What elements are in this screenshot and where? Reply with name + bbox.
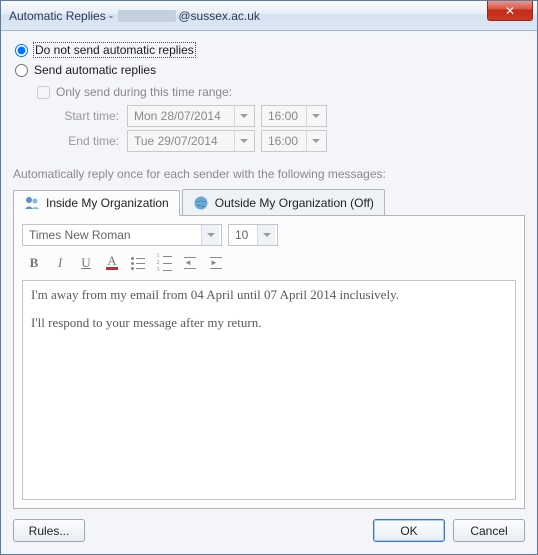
font-size-dropdown[interactable]: 10 <box>228 224 278 246</box>
rules-button-label: Rules... <box>29 524 70 538</box>
globe-icon <box>193 195 209 211</box>
increase-indent-icon: ► <box>210 257 222 269</box>
end-date-value: Tue 29/07/2014 <box>134 134 218 148</box>
dialog-footer: Rules... OK Cancel <box>13 509 525 542</box>
radio-do-not-send-label: Do not send automatic replies <box>34 43 195 57</box>
end-date-dropdown[interactable]: Tue 29/07/2014 <box>127 130 255 152</box>
font-color-button[interactable]: A <box>100 252 124 274</box>
people-icon <box>24 195 40 211</box>
ok-button-label: OK <box>400 524 417 538</box>
cancel-button[interactable]: Cancel <box>453 519 525 542</box>
chevron-down-icon <box>306 131 324 151</box>
font-name-value: Times New Roman <box>29 228 131 242</box>
font-size-value: 10 <box>235 228 248 242</box>
underline-button[interactable]: U <box>74 252 98 274</box>
editor-line: I'm away from my email from 04 April unt… <box>31 287 507 303</box>
redacted-username <box>118 10 176 22</box>
start-hour-dropdown[interactable]: 16:00 <box>261 105 327 127</box>
radio-do-not-send[interactable] <box>15 44 28 57</box>
title-prefix: Automatic Replies - <box>9 9 116 23</box>
tab-panel-inside: Times New Roman 10 B I U A <box>13 215 525 509</box>
format-toolbar: B I U A 1 2 3 <box>22 252 516 274</box>
start-date-dropdown[interactable]: Mon 28/07/2014 <box>127 105 255 127</box>
numbered-list-button[interactable]: 1 2 3 <box>152 252 176 274</box>
tab-outside-label: Outside My Organization (Off) <box>215 196 374 210</box>
italic-button[interactable]: I <box>48 252 72 274</box>
rules-button[interactable]: Rules... <box>13 519 85 542</box>
decrease-indent-icon: ◄ <box>184 257 196 269</box>
editor-line: I'll respond to your message after my re… <box>31 315 507 331</box>
start-time-row: Start time: Mon 28/07/2014 16:00 <box>37 105 525 127</box>
radio-send[interactable] <box>15 64 28 77</box>
tab-bar: Inside My Organization Outside My Organi… <box>13 189 525 215</box>
chevron-down-icon <box>257 225 275 245</box>
checkbox-only-range[interactable] <box>37 86 50 99</box>
bold-icon: B <box>30 255 39 271</box>
tab-outside-organization[interactable]: Outside My Organization (Off) <box>182 189 385 215</box>
bullet-list-icon <box>131 257 145 270</box>
end-hour-value: 16:00 <box>268 134 298 148</box>
title-suffix: @sussex.ac.uk <box>178 9 260 23</box>
chevron-down-icon <box>234 106 252 126</box>
italic-icon: I <box>58 255 62 271</box>
bullet-list-button[interactable] <box>126 252 150 274</box>
end-time-row: End time: Tue 29/07/2014 16:00 <box>37 130 525 152</box>
start-hour-value: 16:00 <box>268 109 298 123</box>
start-time-label: Start time: <box>37 109 127 123</box>
dialog-content: Do not send automatic replies Send autom… <box>1 31 537 554</box>
tab-inside-label: Inside My Organization <box>46 196 169 210</box>
font-name-dropdown[interactable]: Times New Roman <box>22 224 222 246</box>
time-range-block: Only send during this time range: Start … <box>37 81 525 155</box>
chevron-down-icon <box>306 106 324 126</box>
chevron-down-icon <box>201 225 219 245</box>
increase-indent-button[interactable]: ► <box>204 252 228 274</box>
underline-icon: U <box>81 255 90 271</box>
cancel-button-label: Cancel <box>470 524 507 538</box>
radio-send-row: Send automatic replies <box>13 63 525 77</box>
titlebar: Automatic Replies - @sussex.ac.uk ✕ <box>1 1 537 31</box>
close-button[interactable]: ✕ <box>487 1 533 21</box>
numbered-list-icon: 1 2 3 <box>157 254 172 273</box>
radio-do-not-send-row: Do not send automatic replies <box>13 43 525 57</box>
section-description: Automatically reply once for each sender… <box>13 167 525 181</box>
window-title: Automatic Replies - @sussex.ac.uk <box>9 9 260 23</box>
close-icon: ✕ <box>505 4 515 18</box>
font-toolbar: Times New Roman 10 <box>22 224 516 246</box>
radio-send-label: Send automatic replies <box>34 63 156 77</box>
chevron-down-icon <box>234 131 252 151</box>
checkbox-only-range-label: Only send during this time range: <box>56 85 232 99</box>
ok-button[interactable]: OK <box>373 519 445 542</box>
message-editor[interactable]: I'm away from my email from 04 April unt… <box>22 280 516 500</box>
tab-inside-organization[interactable]: Inside My Organization <box>13 190 180 216</box>
bold-button[interactable]: B <box>22 252 46 274</box>
font-color-icon: A <box>106 256 118 270</box>
start-date-value: Mon 28/07/2014 <box>134 109 221 123</box>
checkbox-only-range-row: Only send during this time range: <box>37 85 525 99</box>
end-time-label: End time: <box>37 134 127 148</box>
end-hour-dropdown[interactable]: 16:00 <box>261 130 327 152</box>
decrease-indent-button[interactable]: ◄ <box>178 252 202 274</box>
